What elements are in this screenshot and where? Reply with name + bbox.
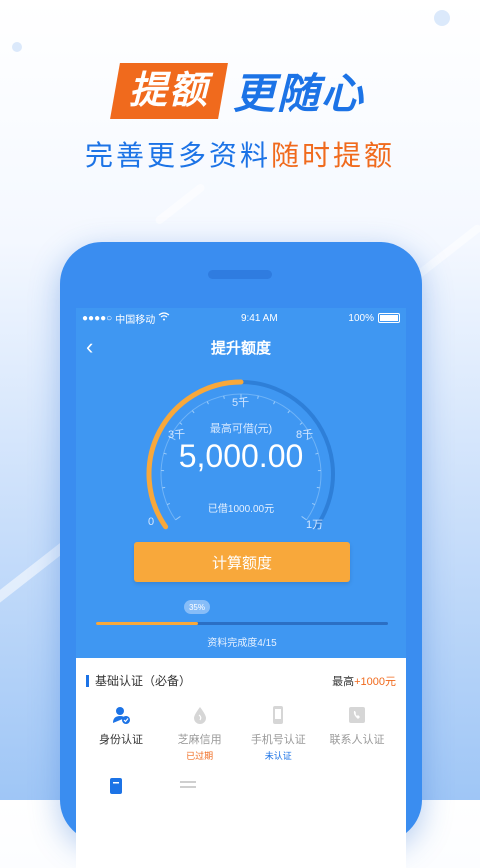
page-title: 提升额度 (211, 337, 271, 358)
phone-icon (268, 705, 288, 725)
item-label: 联系人认证 (318, 731, 396, 747)
verify-item-phone[interactable]: 手机号认证 未认证 (239, 705, 317, 762)
headline: 提额 更随心 (0, 60, 480, 121)
tick-label-10k: 1万 (306, 516, 323, 532)
item-label: 身份认证 (82, 731, 160, 747)
gauge-tick (288, 411, 290, 413)
gauge-tick (175, 516, 180, 519)
back-chevron-icon[interactable]: ‹ (86, 334, 93, 360)
battery-percent: 100% (348, 313, 374, 324)
verify-item-identity[interactable]: 身份认证 (82, 705, 160, 762)
subline-blue: 完善更多资料 (85, 140, 271, 171)
gauge-tick (162, 487, 165, 488)
tick-label-5k: 5千 (232, 394, 249, 410)
tick-label-0: 0 (148, 516, 154, 528)
item-label: 芝麻信用 (161, 731, 239, 747)
gauge-tick (274, 401, 275, 404)
wifi-icon (158, 312, 170, 324)
progress-track (96, 622, 388, 625)
item-status-expired: 已过期 (161, 749, 239, 762)
calculate-limit-button[interactable]: 计算额度 (134, 542, 350, 582)
verify-item-contacts[interactable]: 联系人认证 (318, 705, 396, 762)
decor-dot (12, 42, 22, 52)
progress-text: 资料完成度4/15 (96, 634, 388, 649)
gauge-tick (317, 487, 320, 488)
headline-text: 更随心 (233, 60, 365, 121)
battery-icon (378, 313, 400, 323)
card-max-increase: 最高+1000元 (332, 673, 396, 689)
id-user-icon (111, 705, 131, 725)
subline: 完善更多资料随时提额 (0, 134, 480, 174)
nav-bar: ‹ 提升额度 (76, 328, 406, 366)
subline-orange: 随时提额 (271, 140, 395, 171)
progress-percent-badge: 35% (184, 600, 210, 614)
gauge-tick (192, 411, 194, 413)
list-icon[interactable] (178, 776, 198, 801)
sesame-drop-icon (190, 705, 210, 725)
carrier-label: 中国移动 (115, 311, 155, 326)
headline-tag: 提额 (110, 63, 228, 119)
credit-gauge: 0 3千 5千 8千 1万 最高可借(元) 5,000.00 已借1000.00… (76, 366, 406, 536)
clock: 9:41 AM (241, 313, 278, 324)
phone-screen: ●●●●○ 中国移动 9:41 AM 100% ‹ 提升额度 (76, 308, 406, 868)
credit-amount: 5,000.00 (76, 438, 406, 475)
verify-item-sesame[interactable]: 芝麻信用 已过期 (161, 705, 239, 762)
gauge-tick (224, 396, 225, 399)
progress-fill (96, 622, 198, 625)
borrowed-amount: 已借1000.00元 (76, 500, 406, 515)
profile-progress: 35% 资料完成度4/15 (96, 600, 388, 650)
max-borrow-label: 最高可借(元) (76, 420, 406, 436)
phone-frame: ●●●●○ 中国移动 9:41 AM 100% ‹ 提升额度 (60, 242, 422, 842)
signal-icon: ●●●●○ (82, 313, 112, 324)
decor-dot (434, 10, 450, 26)
decor-streak (154, 182, 206, 225)
basic-verification-card: 基础认证（必备） 最高+1000元 身份认证 芝麻信用 已过期 (76, 658, 406, 868)
status-bar: ●●●●○ 中国移动 9:41 AM 100% (76, 308, 406, 328)
phone-speaker (208, 270, 272, 279)
doc-icon[interactable] (106, 776, 126, 801)
item-label: 手机号认证 (239, 731, 317, 747)
item-status-unverified: 未认证 (239, 749, 317, 762)
gauge-tick (258, 396, 259, 399)
gauge-tick (207, 401, 208, 404)
card-title: 基础认证（必备） (86, 672, 191, 689)
contacts-icon (347, 705, 367, 725)
